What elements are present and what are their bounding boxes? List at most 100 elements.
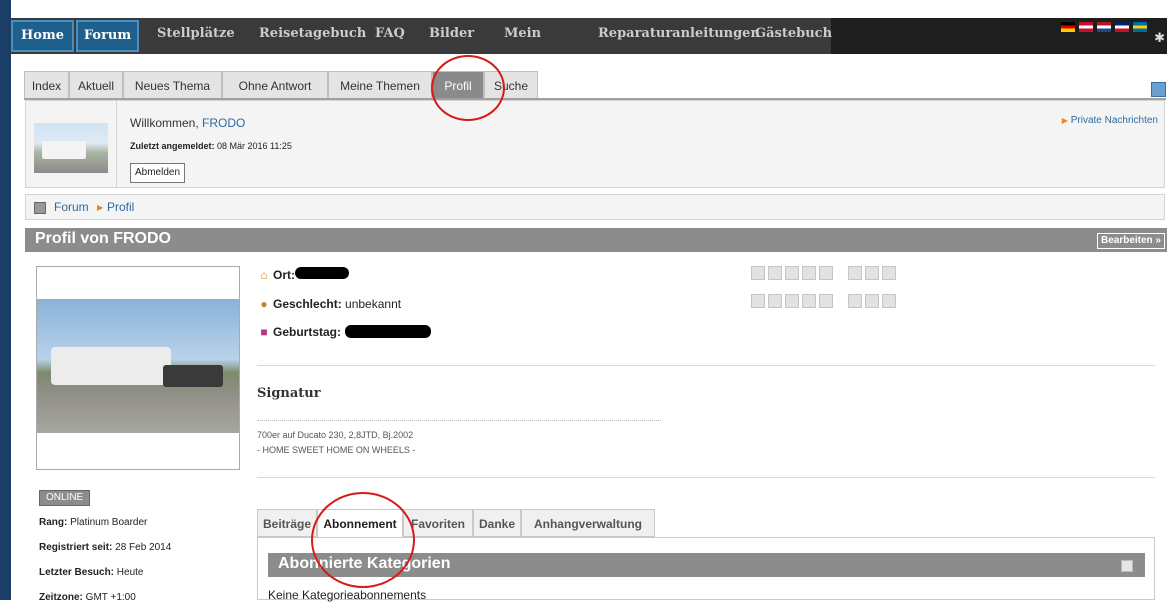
section-divider <box>257 477 1155 478</box>
welcome-prefix: Willkommen, <box>130 116 203 130</box>
skype-icon[interactable] <box>819 266 833 280</box>
breadcrumb-forum[interactable]: Forum <box>54 200 89 214</box>
nav-reisetagebuch[interactable]: Reisetagebuch <box>259 20 366 52</box>
signature-line-1: 700er auf Ducato 230, 2,8JTD, Bj.2002 <box>257 430 414 440</box>
rank-value: Platinum Boarder <box>67 517 148 528</box>
collapse-icon[interactable] <box>1151 82 1166 97</box>
welcome-text: Willkommen, FRODO <box>130 116 245 130</box>
facebook-icon[interactable] <box>768 266 782 280</box>
gift-icon: ■ <box>260 325 268 339</box>
delicious-icon[interactable] <box>848 266 862 280</box>
signature-title: Signatur <box>257 386 321 401</box>
nav-forum[interactable]: Forum <box>76 20 139 52</box>
flag-se-icon[interactable] <box>1133 22 1147 32</box>
person-icon: ● <box>260 297 268 311</box>
flag-nl-icon[interactable] <box>1097 22 1111 32</box>
aim-icon[interactable] <box>768 294 782 308</box>
breadcrumb-profil[interactable]: Profil <box>107 200 134 214</box>
myspace-icon[interactable] <box>785 266 799 280</box>
nav-bilder[interactable]: Bilder ⌄ <box>429 20 485 69</box>
rank: Rang: Platinum Boarder <box>39 517 147 528</box>
linkedin-icon[interactable] <box>802 266 816 280</box>
nav-home[interactable]: Home <box>11 20 74 52</box>
gender-label: Geschlecht: <box>273 297 342 311</box>
nav-gaestebuch[interactable]: Gästebuch <box>755 20 832 52</box>
logout-button[interactable]: Abmelden <box>130 163 186 183</box>
blogspot-icon[interactable] <box>848 294 862 308</box>
nav-bilder-label: Bilder <box>429 26 475 41</box>
tab-favoriten-label: Favoriten <box>410 517 465 531</box>
section-divider <box>257 365 1155 366</box>
last-visit: Letzter Besuch: Heute <box>39 567 143 578</box>
nav-stellplaetze-label: Stellplätze <box>157 26 235 41</box>
annotation-circle <box>431 55 505 121</box>
flag-dk-icon[interactable] <box>1079 22 1093 32</box>
nav-faq-label: FAQ <box>375 26 405 41</box>
icon-spacer <box>836 294 845 308</box>
profile-photo <box>36 266 240 470</box>
location: ⌂ Ort: <box>257 268 295 282</box>
user-panel-divider <box>116 101 117 187</box>
arrow-right-icon: ▶ <box>97 203 104 212</box>
main-navigation-bar: Home Forum Stellplätze ⌄ Reisetagebuch F… <box>11 18 832 69</box>
flickr-icon[interactable] <box>865 294 879 308</box>
flag-de-icon[interactable] <box>1061 22 1075 32</box>
nav-reparaturanleitungen[interactable]: Reparaturanleitungen <box>598 20 760 52</box>
birthday: ■ Geburtstag: <box>257 325 341 339</box>
last-login-label: Zuletzt angemeldet: <box>130 141 215 151</box>
tab-anhangverwaltung[interactable]: Anhangverwaltung <box>521 509 655 537</box>
nav-reisetagebuch-label: Reisetagebuch <box>259 26 367 41</box>
gender-value: unbekannt <box>341 297 402 311</box>
flag-uk-icon[interactable] <box>1115 22 1129 32</box>
gtalk-icon[interactable] <box>802 294 816 308</box>
top-spacer <box>0 0 1167 18</box>
left-edge-bar <box>0 0 11 600</box>
user-panel: Willkommen, FRODO Zuletzt angemeldet: 08… <box>25 100 1165 188</box>
photo-trailer <box>163 365 223 387</box>
tab-danke[interactable]: Danke <box>473 509 521 537</box>
msn-icon[interactable] <box>751 294 765 308</box>
last-login-value: 08 Mär 2016 11:25 <box>214 141 292 151</box>
birthday-label: Geburtstag: <box>273 325 342 339</box>
social-icons-row-1 <box>751 266 896 280</box>
edit-button[interactable]: Bearbeiten » <box>1096 233 1165 249</box>
redaction-mark <box>295 267 349 279</box>
bebo-icon[interactable] <box>882 294 896 308</box>
main-content: Index Aktuell Neues Thema Ohne Antwort M… <box>11 54 1167 603</box>
avatar-image-detail <box>42 141 86 159</box>
nav-mein-profil[interactable]: Mein Profil <box>504 20 576 69</box>
private-messages-label: Private Nachrichten <box>1070 115 1158 126</box>
collapse-icon[interactable] <box>1121 560 1133 572</box>
location-label: Ort: <box>273 268 295 282</box>
icq-icon[interactable] <box>785 294 799 308</box>
yahoo-icon[interactable] <box>819 294 833 308</box>
tab-ohne-antwort[interactable]: Ohne Antwort <box>222 71 328 99</box>
tab-meine-themen[interactable]: Meine Themen <box>328 71 432 99</box>
tab-index-label: Index <box>31 79 62 93</box>
tab-index[interactable]: Index <box>24 71 69 99</box>
username-link[interactable]: FRODO <box>202 116 245 130</box>
icon-spacer <box>836 266 845 280</box>
tab-aktuell-label: Aktuell <box>77 79 115 93</box>
last-login: Zuletzt angemeldet: 08 Mär 2016 11:25 <box>130 141 292 151</box>
tab-beitraege-label: Beiträge <box>262 517 312 531</box>
gear-icon[interactable]: ✱ <box>1154 30 1165 46</box>
friendfeed-icon[interactable] <box>865 266 879 280</box>
digg-icon[interactable] <box>882 266 896 280</box>
social-icons-row-2 <box>751 294 896 308</box>
language-flags <box>1061 22 1147 36</box>
nav-faq[interactable]: FAQ <box>375 20 405 52</box>
tab-beitraege[interactable]: Beiträge <box>257 509 317 537</box>
tab-aktuell[interactable]: Aktuell <box>69 71 123 99</box>
tab-neues-thema[interactable]: Neues Thema <box>123 71 222 99</box>
timezone-value: GMT +1:00 <box>82 592 136 603</box>
tab-anhangverwaltung-label: Anhangverwaltung <box>533 517 642 531</box>
registered-label: Registriert seit: <box>39 542 113 553</box>
annotation-circle <box>311 492 415 588</box>
home-square-icon <box>34 202 46 214</box>
redaction-mark <box>345 325 431 338</box>
twitter-icon[interactable] <box>751 266 765 280</box>
nav-reparaturanleitungen-label: Reparaturanleitungen <box>598 26 760 41</box>
nav-stellplaetze[interactable]: Stellplätze ⌄ <box>157 20 237 69</box>
private-messages-link[interactable]: ▶ Private Nachrichten <box>1062 115 1158 126</box>
